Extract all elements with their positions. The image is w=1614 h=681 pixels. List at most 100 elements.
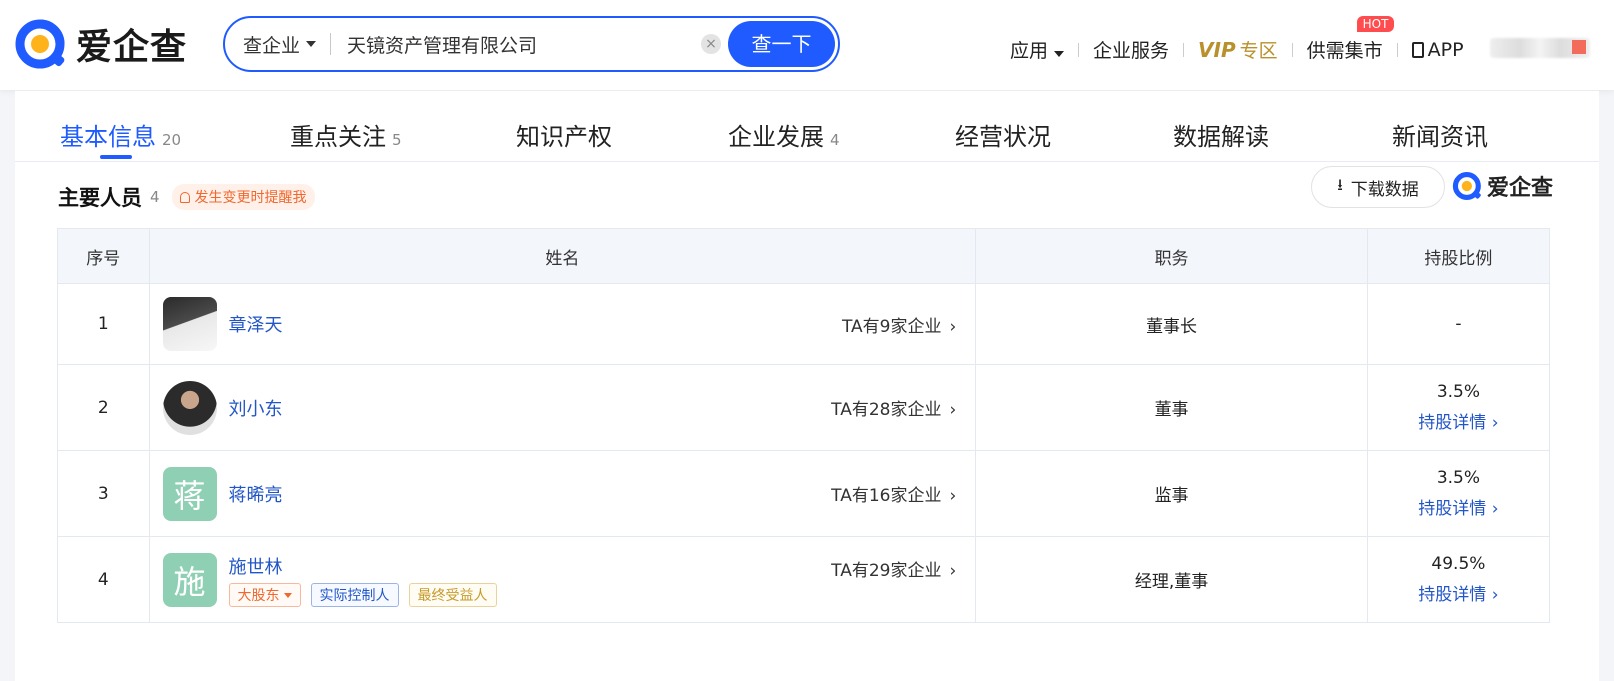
nav-apps-label: 应用 bbox=[1010, 40, 1049, 62]
person-avatar[interactable]: 蒋 bbox=[162, 466, 217, 521]
tab-key-focus[interactable]: 重点关注 5 bbox=[290, 117, 402, 152]
share-detail-label: 持股详情 bbox=[1418, 585, 1487, 605]
share-value: 3.5% bbox=[1436, 382, 1481, 402]
nav-apps[interactable]: 应用 bbox=[1010, 36, 1065, 63]
tab-development[interactable]: 企业发展 4 bbox=[728, 117, 840, 152]
person-avatar[interactable] bbox=[162, 380, 217, 435]
section-count: 4 bbox=[150, 188, 160, 206]
brand-logo-icon bbox=[15, 19, 65, 69]
brand-name: 爱企查 bbox=[76, 27, 188, 68]
share-detail-label: 持股详情 bbox=[1418, 499, 1487, 519]
row-share: 3.5% 持股详情 › bbox=[1366, 364, 1551, 451]
phone-icon bbox=[1411, 42, 1424, 58]
search-input[interactable] bbox=[345, 32, 710, 56]
chevron-right-icon: › bbox=[949, 400, 957, 420]
tab-label: 基本信息 bbox=[60, 123, 156, 151]
row-share: - bbox=[1366, 283, 1551, 365]
person-name-link[interactable]: 蒋晞亮 bbox=[229, 481, 283, 507]
tab-ip[interactable]: 知识产权 bbox=[516, 117, 612, 152]
person-name-link[interactable]: 章泽天 bbox=[229, 311, 283, 337]
table-row: 4 施 施世林 大股东 实际控制人 最终受益人 TA有29家企业 › 经理,董事… bbox=[57, 536, 1551, 623]
person-avatar[interactable] bbox=[162, 297, 217, 351]
row-share: 49.5% 持股详情 › bbox=[1366, 536, 1551, 623]
search-box: 查企业 × 查一下 bbox=[223, 16, 840, 72]
share-detail-link[interactable]: 持股详情 › bbox=[1369, 580, 1548, 605]
content-card: 基本信息 20 重点关注 5 知识产权 企业发展 4 经营状况 数据解读 新闻资讯 主… bbox=[15, 91, 1599, 681]
nav-divider bbox=[1078, 42, 1080, 57]
nav-enterprise-service[interactable]: 企业服务 bbox=[1093, 36, 1169, 63]
table-header-row: 序号 姓名 职务 持股比例 bbox=[57, 228, 1551, 284]
row-name-cell: 刘小东 TA有28家企业 › bbox=[148, 364, 977, 451]
row-position: 经理,董事 bbox=[975, 536, 1368, 623]
col-header-position: 职务 bbox=[975, 228, 1368, 284]
nav-vip-zone[interactable]: VIP 专区 bbox=[1198, 36, 1278, 63]
search-button[interactable]: 查一下 bbox=[728, 21, 835, 67]
person-name-link[interactable]: 刘小东 bbox=[229, 395, 283, 421]
download-label: 下载数据 bbox=[1350, 179, 1419, 200]
related-companies-label: TA有9家企业 bbox=[841, 316, 942, 337]
share-value: - bbox=[1455, 314, 1462, 334]
tag-ultimate-beneficiary[interactable]: 最终受益人 bbox=[408, 582, 497, 607]
chevron-down-icon bbox=[283, 593, 292, 598]
row-share: 3.5% 持股详情 › bbox=[1366, 450, 1551, 537]
related-companies-link[interactable]: TA有28家企业 › bbox=[831, 395, 956, 420]
table-row: 1 章泽天 TA有9家企业 › 董事长 - bbox=[57, 283, 1551, 365]
brand-logo[interactable]: 爱企查 bbox=[14, 16, 187, 72]
tab-basic-info[interactable]: 基本信息 20 bbox=[60, 117, 181, 152]
brand-watermark: 爱企查 bbox=[1452, 170, 1553, 202]
clear-search-button[interactable]: × bbox=[701, 34, 721, 54]
col-header-share: 持股比例 bbox=[1366, 228, 1551, 284]
tag-label: 大股东 bbox=[237, 587, 280, 604]
vip-logo: VIP bbox=[1198, 38, 1236, 62]
share-detail-link[interactable]: 持股详情 › bbox=[1369, 494, 1548, 519]
chevron-right-icon: › bbox=[1491, 413, 1499, 433]
chevron-right-icon: › bbox=[949, 486, 957, 506]
tab-operation[interactable]: 经营状况 bbox=[955, 117, 1051, 152]
row-index: 1 bbox=[57, 283, 150, 365]
row-position: 董事长 bbox=[975, 283, 1368, 365]
app-label: APP bbox=[1427, 38, 1464, 61]
download-icon: ⭳ bbox=[1337, 174, 1343, 194]
related-companies-link[interactable]: TA有16家企业 › bbox=[831, 481, 956, 506]
related-companies-label: TA有28家企业 bbox=[831, 400, 942, 420]
nav-app[interactable]: APP bbox=[1411, 38, 1464, 61]
row-position: 董事 bbox=[975, 364, 1368, 451]
tab-news[interactable]: 新闻资讯 bbox=[1392, 117, 1488, 152]
col-header-name: 姓名 bbox=[148, 228, 977, 284]
row-index: 3 bbox=[57, 450, 150, 537]
nav-divider bbox=[1396, 42, 1398, 57]
search-type-select[interactable]: 查企业 bbox=[243, 31, 317, 58]
top-nav: 应用 企业服务 VIP 专区 供需集市 HOT APP bbox=[1010, 16, 1464, 63]
tab-bar: 基本信息 20 重点关注 5 知识产权 企业发展 4 经营状况 数据解读 新闻资讯 bbox=[15, 91, 1599, 162]
hot-badge: HOT bbox=[1356, 16, 1395, 32]
related-companies-link[interactable]: TA有9家企业 › bbox=[842, 312, 956, 337]
tab-data-insight[interactable]: 数据解读 bbox=[1173, 117, 1269, 152]
chevron-right-icon: › bbox=[1491, 585, 1499, 605]
search-divider bbox=[330, 33, 332, 55]
user-avatar[interactable] bbox=[1572, 40, 1586, 54]
row-index: 4 bbox=[57, 536, 150, 623]
supply-market-label: 供需集市 bbox=[1306, 40, 1383, 62]
chevron-down-icon bbox=[1054, 51, 1065, 57]
tag-actual-controller[interactable]: 实际控制人 bbox=[310, 582, 399, 607]
share-detail-link[interactable]: 持股详情 › bbox=[1369, 408, 1548, 433]
chevron-right-icon: › bbox=[949, 561, 957, 581]
section-title: 主要人员 bbox=[58, 186, 142, 210]
search-type-label: 查企业 bbox=[243, 34, 301, 57]
tab-count: 20 bbox=[162, 131, 182, 149]
row-name-cell: 章泽天 TA有9家企业 › bbox=[148, 283, 977, 365]
tag-major-shareholder[interactable]: 大股东 bbox=[228, 582, 301, 607]
row-index: 2 bbox=[57, 364, 150, 451]
nav-supply-market[interactable]: 供需集市 HOT bbox=[1306, 16, 1395, 63]
tab-label: 知识产权 bbox=[516, 123, 612, 151]
row-position: 监事 bbox=[975, 450, 1368, 537]
person-avatar[interactable]: 施 bbox=[162, 552, 217, 607]
tab-label: 企业发展 bbox=[728, 123, 824, 151]
change-remind-button[interactable]: 发生变更时提醒我 bbox=[171, 184, 315, 210]
related-companies-label: TA有16家企业 bbox=[831, 486, 942, 506]
person-name-link[interactable]: 施世林 bbox=[229, 557, 283, 578]
nav-divider bbox=[1183, 42, 1185, 57]
download-data-button[interactable]: ⭳ 下载数据 bbox=[1311, 166, 1445, 208]
tab-label: 数据解读 bbox=[1173, 123, 1269, 151]
related-companies-link[interactable]: TA有29家企业 › bbox=[831, 556, 956, 581]
